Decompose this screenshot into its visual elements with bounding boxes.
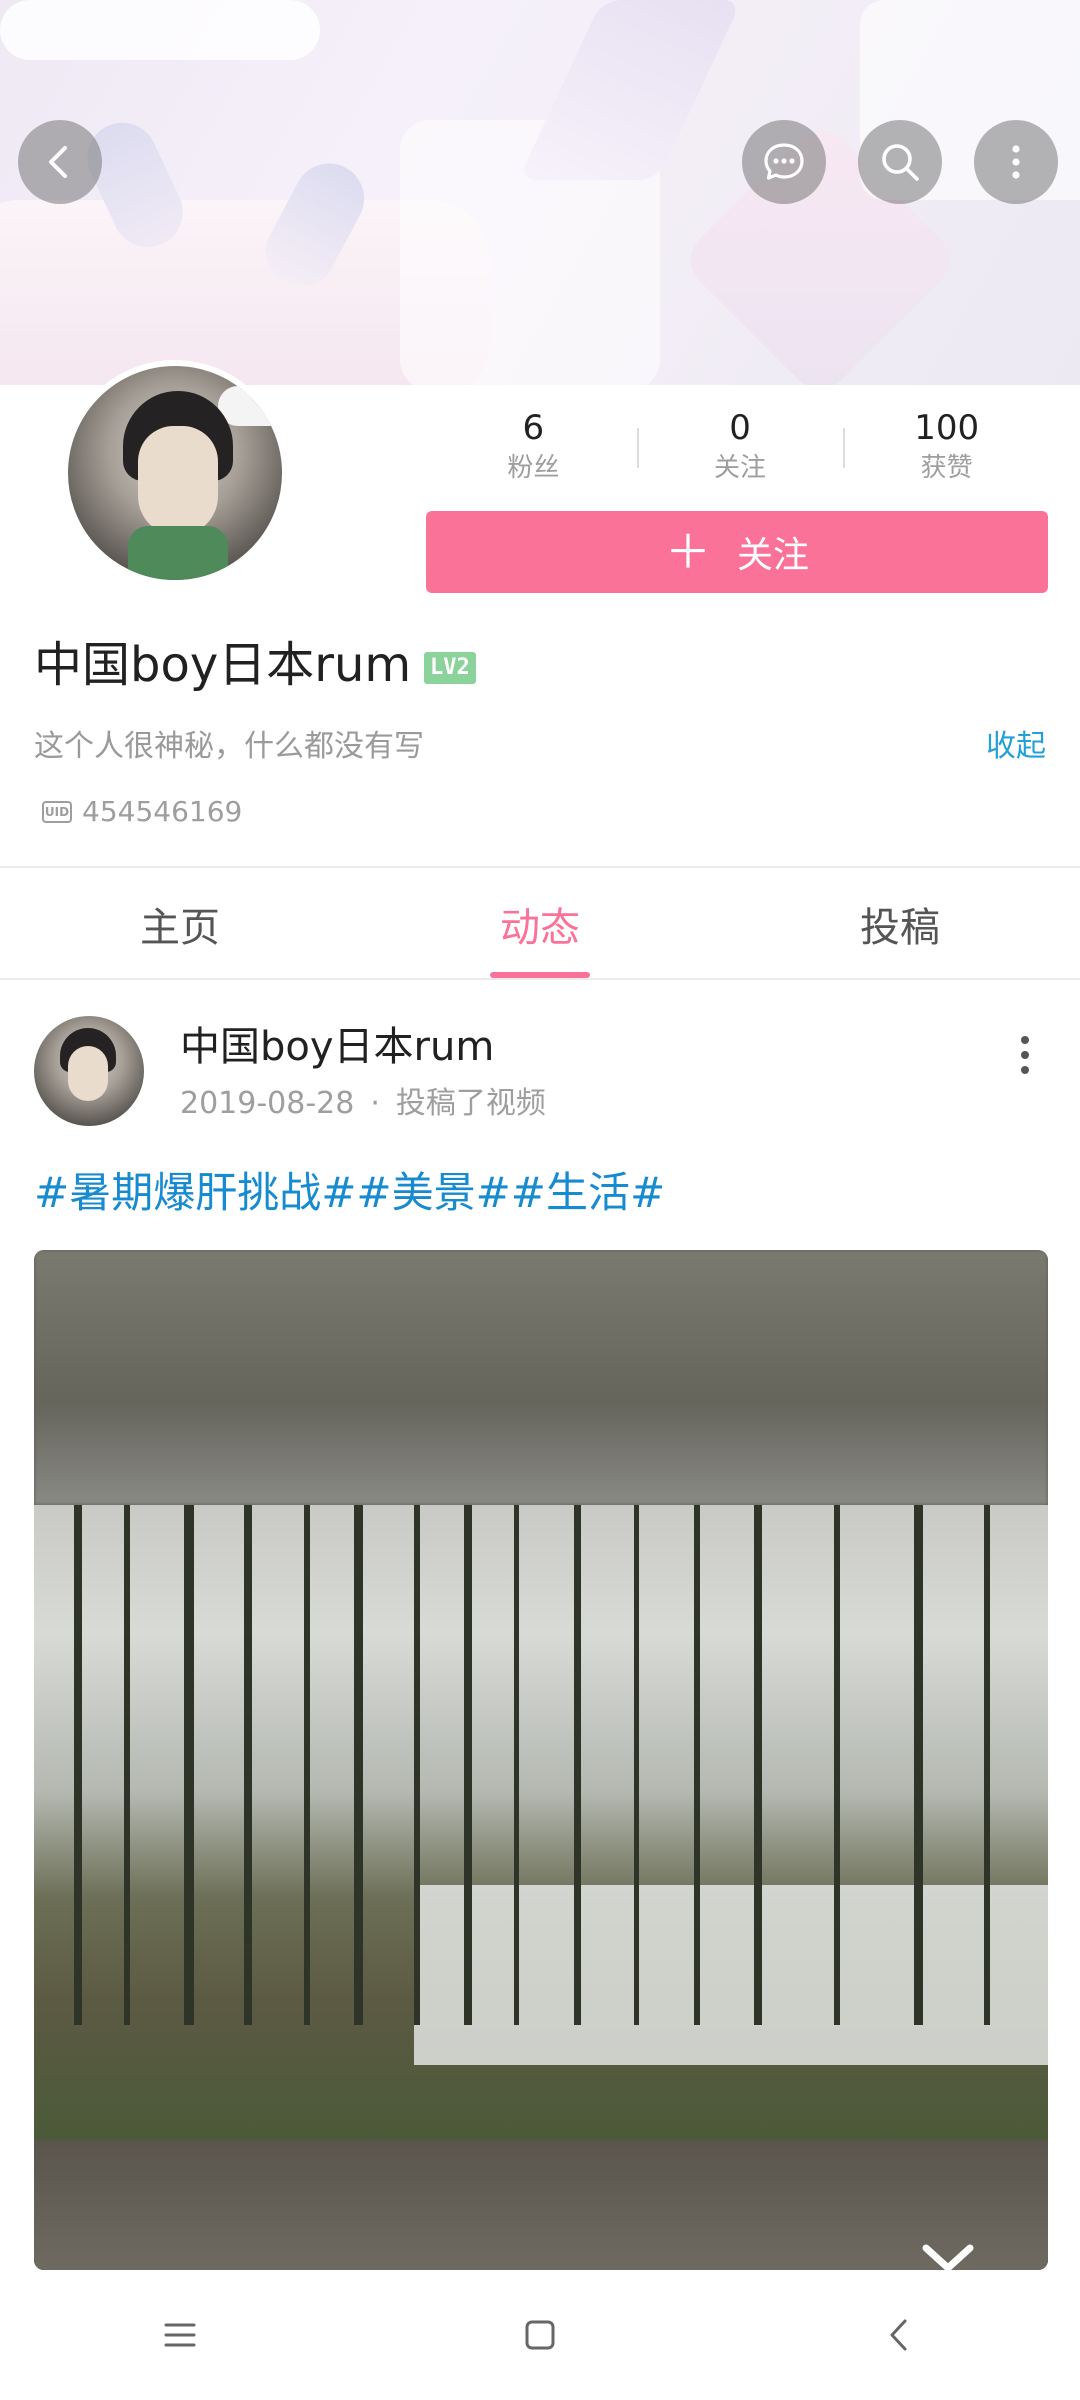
search-button[interactable] — [858, 120, 942, 204]
follow-button-label: 关注 — [736, 535, 809, 576]
nav-back-button[interactable] — [720, 2270, 1080, 2400]
stat-value: 100 — [914, 408, 980, 448]
nav-menu-button[interactable] — [0, 2270, 360, 2400]
stat-fans[interactable]: 6 粉丝 — [430, 406, 637, 492]
collapse-link[interactable]: 收起 — [986, 726, 1046, 768]
post-more-icon[interactable] — [1010, 1030, 1040, 1080]
more-button[interactable] — [974, 120, 1058, 204]
divider — [0, 866, 1080, 868]
post-author-name[interactable]: 中国boy日本rum — [180, 1018, 494, 1076]
menu-icon — [164, 2323, 196, 2347]
post-hashtags[interactable]: #暑期爆肝挑战##美景##生活# — [34, 1162, 665, 1224]
search-icon — [882, 144, 919, 181]
follow-button[interactable]: ＋ 关注 — [426, 511, 1048, 593]
tab-submissions[interactable]: 投稿 — [720, 870, 1080, 978]
more-vertical-icon — [1012, 145, 1020, 179]
post-meta: 2019-08-28 · 投稿了视频 — [180, 1082, 546, 1126]
profile-username: 中国boy日本rum — [34, 637, 412, 693]
post-video-thumbnail[interactable] — [34, 1250, 1048, 2270]
uid-icon: UID — [42, 800, 72, 823]
system-navbar — [0, 2270, 1080, 2400]
divider — [0, 978, 1080, 980]
back-button[interactable] — [18, 120, 102, 204]
stat-value: 0 — [729, 408, 751, 448]
home-square-icon — [525, 2320, 555, 2350]
post-action: 投稿了视频 — [395, 1086, 546, 1121]
stat-likes[interactable]: 100 获赞 — [843, 406, 1050, 492]
stat-label: 获赞 — [920, 453, 973, 483]
meta-separator: · — [370, 1086, 380, 1121]
profile-avatar[interactable] — [62, 360, 288, 586]
stat-value: 6 — [522, 408, 545, 448]
uid-row: UID 454546169 — [42, 795, 242, 828]
tab-dynamics[interactable]: 动态 — [360, 870, 720, 978]
message-bubble-icon — [764, 143, 804, 180]
level-badge: LV2 — [424, 652, 476, 684]
post-author-avatar[interactable] — [34, 1016, 144, 1126]
post-date: 2019-08-28 — [180, 1086, 355, 1121]
profile-bio: 这个人很神秘，什么都没有写 — [34, 729, 424, 764]
stat-label: 关注 — [714, 453, 767, 483]
message-button[interactable] — [742, 120, 826, 204]
stat-following[interactable]: 0 关注 — [636, 406, 844, 492]
tab-home[interactable]: 主页 — [0, 870, 360, 978]
nav-home-button[interactable] — [360, 2270, 720, 2400]
profile-tabs: 主页 动态 投稿 — [0, 870, 1080, 978]
nav-back-icon — [890, 2319, 907, 2351]
back-chevron-icon — [49, 146, 67, 178]
stat-label: 粉丝 — [507, 453, 560, 483]
profile-stats: 6 粉丝 0 关注 100 获赞 — [430, 406, 1050, 492]
uid-value: 454546169 — [82, 795, 243, 828]
plus-icon: ＋ — [664, 525, 711, 579]
chevron-down-icon — [922, 2244, 974, 2270]
